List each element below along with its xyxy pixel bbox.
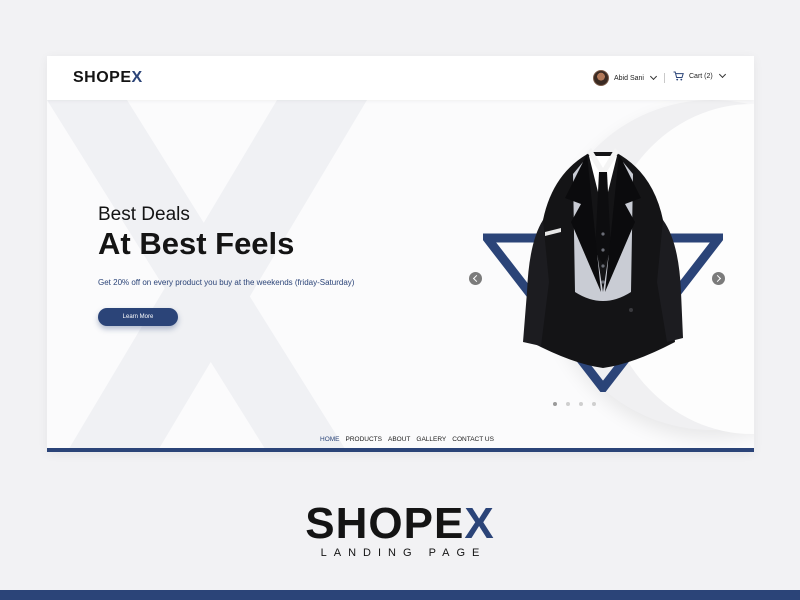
chevron-right-icon: [713, 274, 722, 283]
carousel-dot[interactable]: [553, 402, 557, 406]
hero-title: At Best Feels: [98, 226, 295, 261]
cart-menu[interactable]: Cart (2): [673, 70, 726, 81]
chevron-down-icon: [649, 72, 658, 81]
card-bottom-bar: [47, 448, 754, 452]
carousel-dots: [553, 402, 596, 406]
brand-tagline: LANDING PAGE: [320, 547, 487, 559]
page-bottom-bar: [0, 590, 800, 600]
bottom-nav: HOME PRODUCTS ABOUT GALLERY CONTACT US: [320, 436, 494, 443]
carousel-prev-button[interactable]: [469, 272, 482, 285]
nav-item-home[interactable]: HOME: [320, 436, 340, 443]
user-menu[interactable]: Abid Sani: [593, 70, 658, 86]
nav-item-about[interactable]: ABOUT: [388, 436, 410, 443]
carousel-dot[interactable]: [579, 402, 583, 406]
brand-title: SHOPEX: [305, 499, 495, 548]
user-name: Abid Sani: [614, 74, 644, 82]
hero-description: Get 20% off on every product you buy at …: [98, 278, 355, 287]
nav-item-contact-us[interactable]: CONTACT US: [452, 436, 494, 443]
nav-item-products[interactable]: PRODUCTS: [346, 436, 382, 443]
carousel-dot[interactable]: [592, 402, 596, 406]
logo[interactable]: SHOPEX: [73, 69, 143, 87]
hero-subtitle: Best Deals: [98, 204, 190, 225]
learn-more-button[interactable]: Learn More: [98, 308, 178, 326]
cart-icon: [673, 71, 684, 81]
cart-label: Cart (2): [689, 72, 713, 80]
suit-product-image: [483, 148, 723, 392]
chevron-left-icon: [472, 274, 481, 283]
carousel-dot[interactable]: [566, 402, 570, 406]
header-divider: [664, 73, 665, 83]
carousel-next-button[interactable]: [712, 272, 725, 285]
chevron-down-icon: [718, 70, 726, 79]
top-header: SHOPEX Abid Sani Cart (2): [47, 56, 754, 100]
avatar: [593, 70, 609, 86]
landing-page-mockup: SHOPEX Abid Sani Cart (2) Best Deals At …: [47, 56, 754, 452]
nav-item-gallery[interactable]: GALLERY: [416, 436, 446, 443]
background-x-graphic: [47, 100, 367, 452]
